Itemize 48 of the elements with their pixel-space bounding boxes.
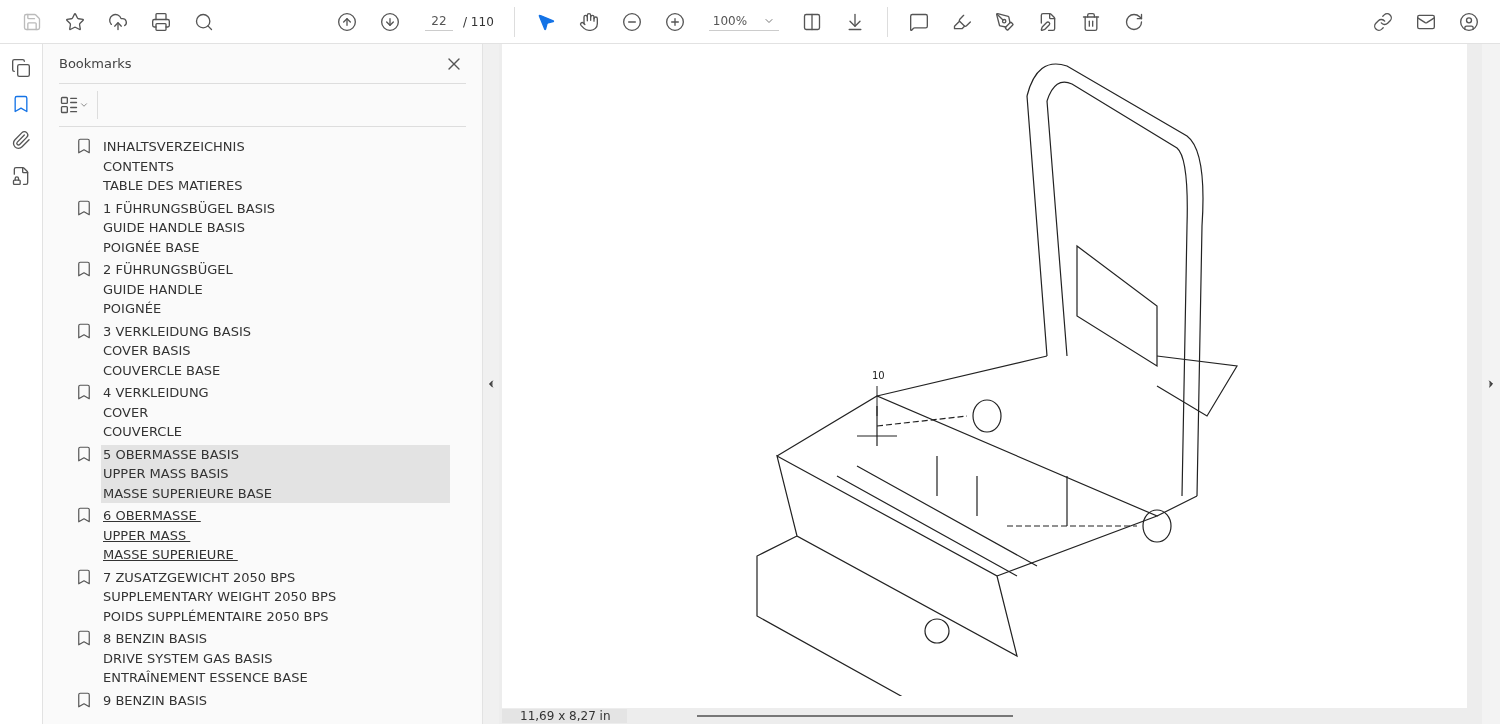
pages-icon — [11, 58, 31, 78]
bookmark-item[interactable]: 7 ZUSATZGEWICHT 2050 BPS SUPPLEMENTARY WEIGHT 2050 BPS POIDS SUPPLÉMENTAIRE 2050 BPS — [101, 567, 450, 626]
page-total: / 110 — [463, 14, 494, 29]
bookmark-icon — [75, 321, 93, 340]
bookmark-icon — [75, 629, 93, 647]
bookmark-icon — [75, 444, 93, 463]
zoom-dropdown[interactable]: 100% — [708, 12, 779, 31]
callout-number: 10 — [872, 370, 885, 381]
bookmark-icon — [75, 137, 93, 155]
bookmark-item[interactable]: 2 FÜHRUNGSBÜGEL GUIDE HANDLE POIGNÉE — [101, 260, 450, 319]
user-icon — [1458, 11, 1479, 32]
bookmark-item[interactable]: 5 OBERMASSE BASIS UPPER MASS BASIS MASSE SUPERIEURE BASE — [101, 444, 450, 503]
bookmark-icon — [75, 198, 93, 217]
zoom-in-icon — [665, 11, 686, 32]
bookmark-icon — [75, 567, 93, 586]
bookmark-item[interactable]: 9 BENZIN BASIS — [101, 690, 450, 710]
bookmark-item[interactable]: 6 OBERMASSE UPPER MASS MASSE SUPERIEURE — [101, 506, 450, 565]
bookmark-item[interactable]: INHALTSVERZEICHNIS CONTENTS TABLE DES MATIERES — [101, 137, 450, 196]
arrow-up-circle-icon — [336, 11, 357, 32]
bookmark-item[interactable]: 4 VERKLEIDUNG COVER COUVERCLE — [101, 383, 450, 442]
rotate-icon — [1124, 11, 1145, 32]
link-icon — [1372, 11, 1393, 32]
trash-icon — [1081, 11, 1102, 32]
hand-icon — [579, 11, 600, 32]
printer-icon — [150, 11, 171, 32]
bookmark-icon — [75, 506, 93, 524]
bookmark-icon — [75, 690, 93, 709]
bookmark-icon — [75, 260, 93, 278]
arrow-down-circle-icon — [379, 11, 400, 32]
panel-title: Bookmarks — [59, 56, 132, 71]
page-size: 11,69 x 8,27 in — [502, 709, 627, 723]
file-lock-icon — [11, 166, 31, 186]
bookmark-item[interactable]: 8 BENZIN BASIS DRIVE SYSTEM GAS BASIS ENTRAÎNEMENT ESSENCE BASE — [101, 629, 450, 688]
list-icon — [59, 95, 79, 115]
options-button[interactable] — [59, 91, 98, 119]
bookmark-icon — [75, 383, 93, 401]
comment-icon — [909, 11, 930, 32]
cloud-upload-icon — [107, 11, 128, 32]
paperclip-icon — [11, 130, 31, 150]
star-icon — [64, 11, 85, 32]
bookmark-item[interactable]: 3 VERKLEIDUNG BASIS COVER BASIS COUVERCLE BASE — [101, 321, 450, 380]
bookmark-item[interactable]: 1 FÜHRUNGSBÜGEL BASIS GUIDE HANDLE BASIS POIGNÉE BASE — [101, 198, 450, 257]
search-icon — [193, 11, 214, 32]
caret-icon — [79, 100, 89, 110]
page-fit-icon — [802, 11, 823, 32]
save-icon — [21, 11, 42, 32]
pen-icon — [995, 11, 1016, 32]
zoom-out-icon — [622, 11, 643, 32]
